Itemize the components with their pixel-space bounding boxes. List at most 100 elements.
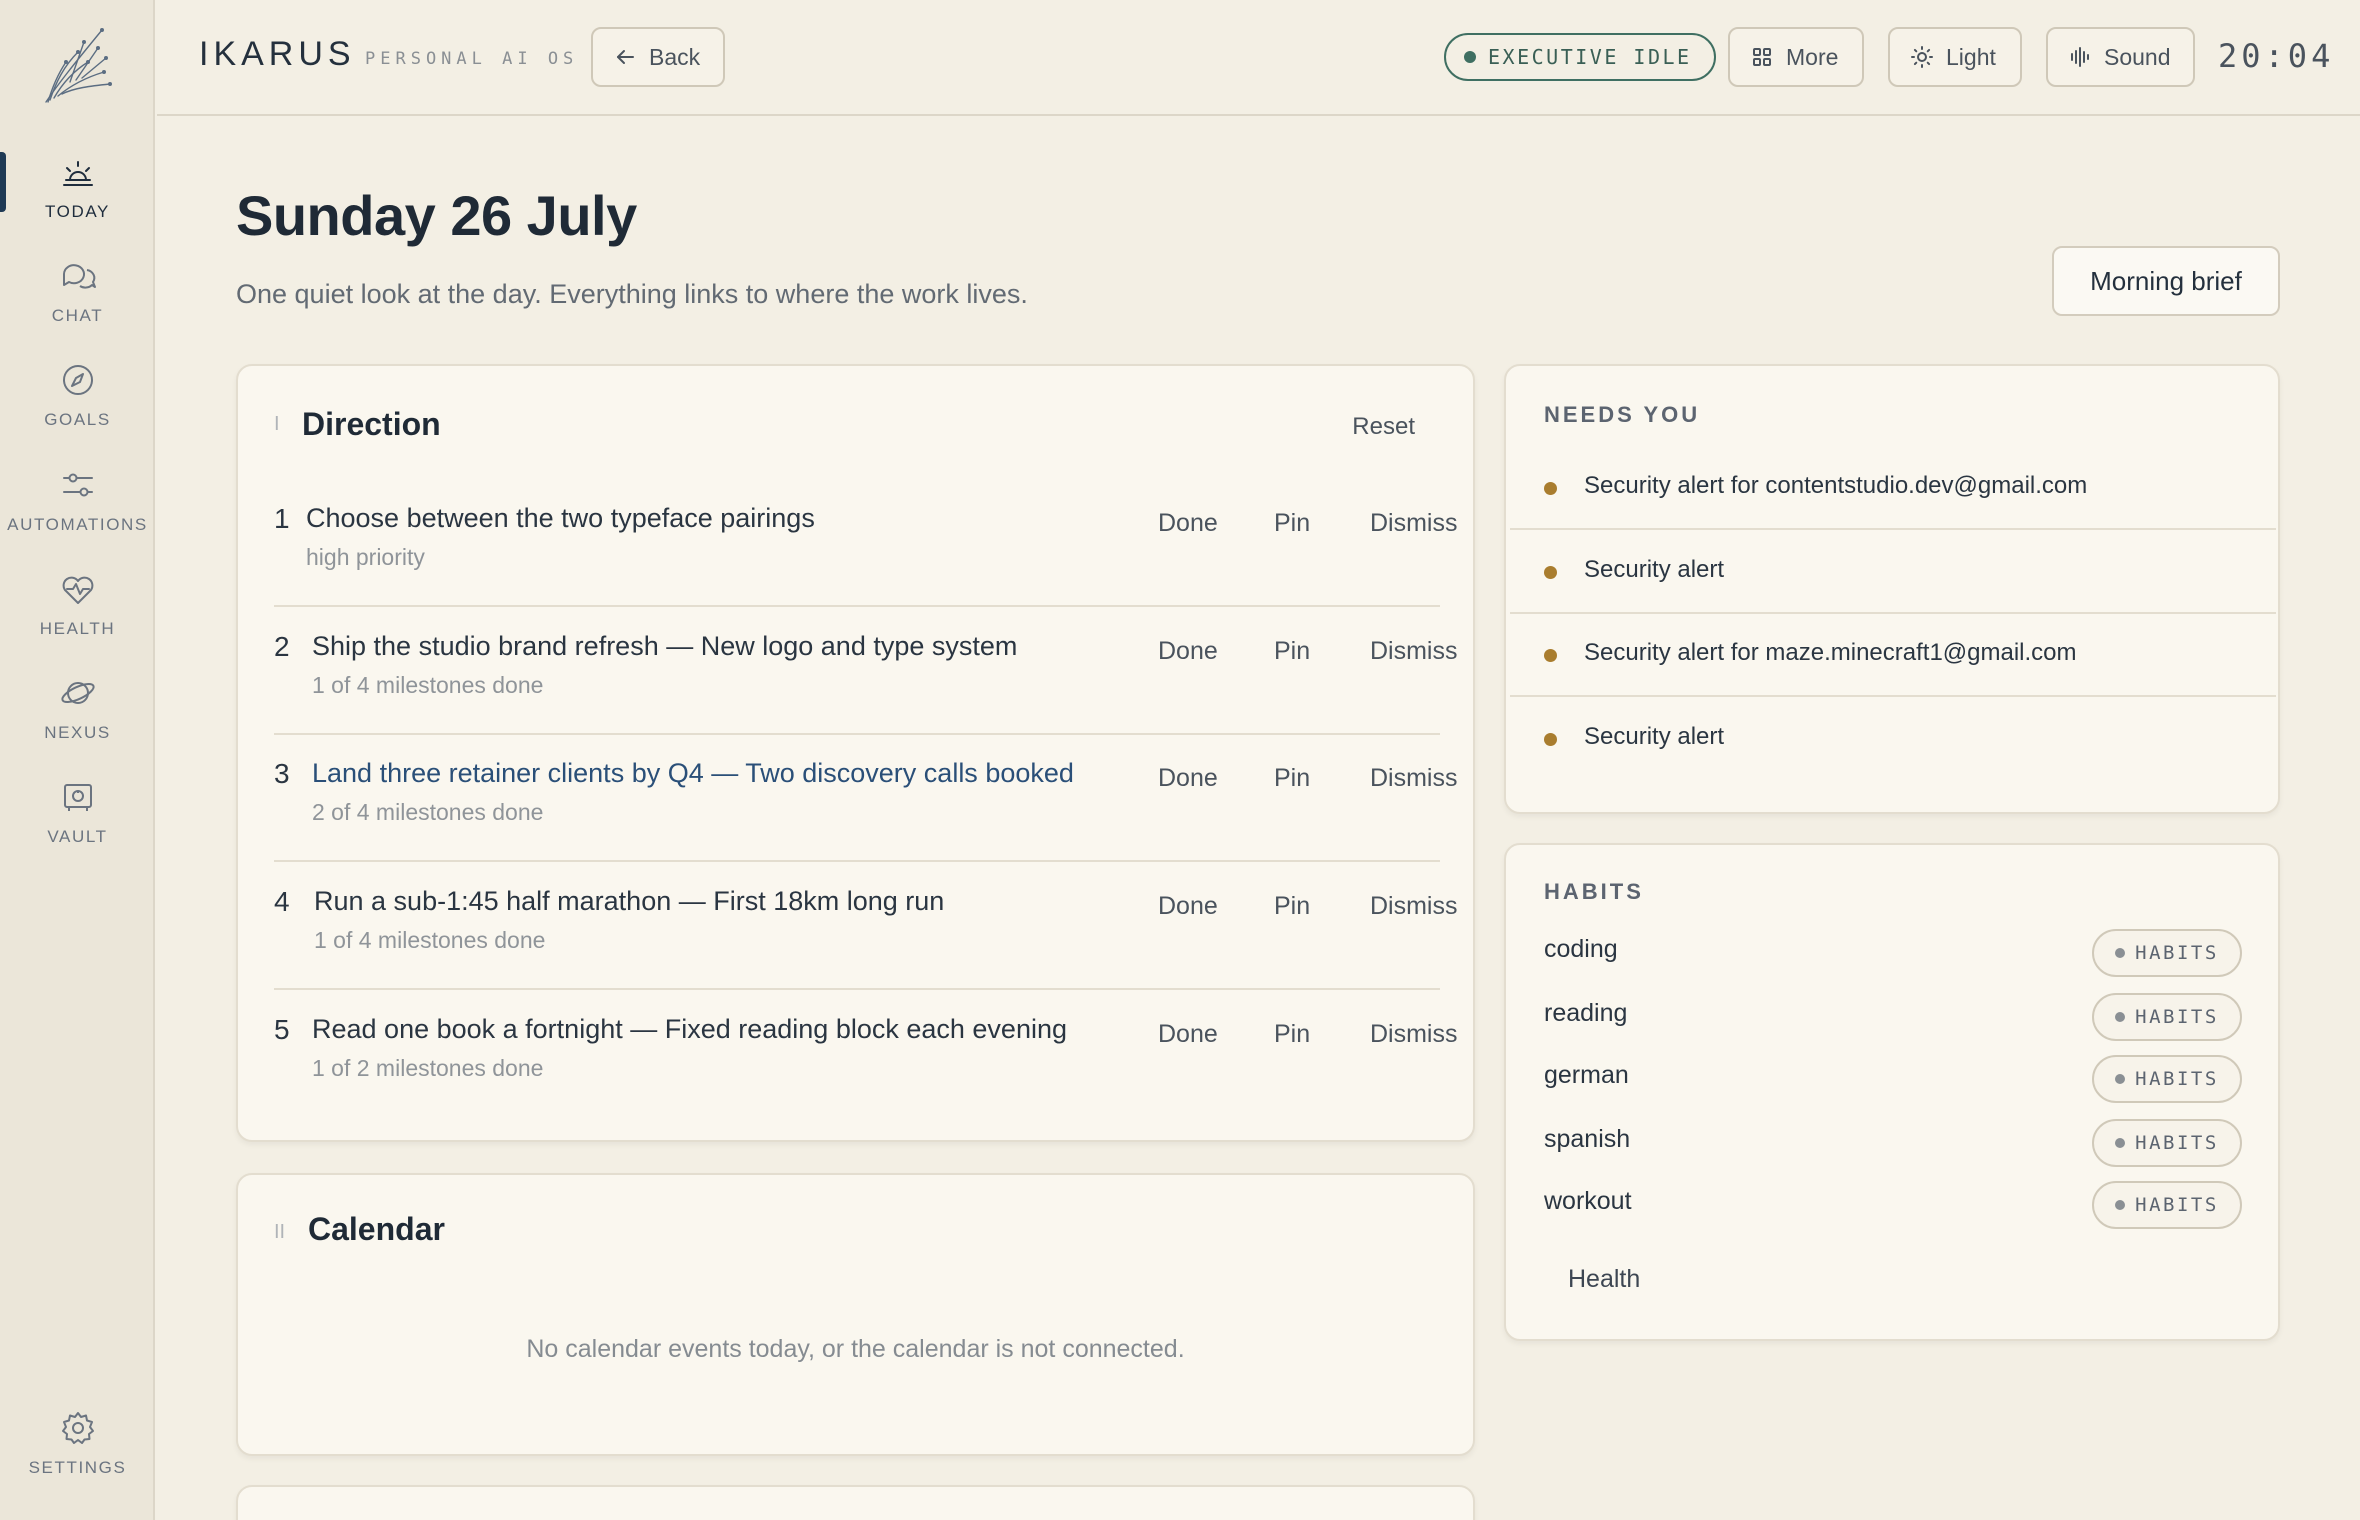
goal-title[interactable]: Read one book a fortnight — Fixed readin… <box>312 1014 1067 1045</box>
drag-handle-icon[interactable]: I <box>274 413 280 436</box>
goal-title[interactable]: Ship the studio brand refresh — New logo… <box>312 631 1017 662</box>
goal-row: 5 Read one book a fortnight — Fixed read… <box>274 990 1458 1118</box>
habit-tag[interactable]: HABITS <box>2092 1119 2242 1167</box>
nav-nexus[interactable]: NEXUS <box>0 667 155 763</box>
dismiss-button[interactable]: Dismiss <box>1370 509 1458 538</box>
goal-number: 5 <box>274 1014 290 1045</box>
needs-item-text[interactable]: Security alert <box>1584 556 1724 584</box>
health-link[interactable]: Health <box>1568 1265 1640 1294</box>
done-button[interactable]: Done <box>1158 764 1218 793</box>
habit-name: coding <box>1544 935 1618 963</box>
habit-name: german <box>1544 1061 1629 1089</box>
calendar-card: II Calendar No calendar events today, or… <box>236 1173 1475 1456</box>
nav-vault[interactable]: VAULT <box>0 771 155 867</box>
needs-item-text[interactable]: Security alert <box>1584 723 1724 751</box>
direction-card: I Direction Reset 1 Choose between the t… <box>236 364 1475 1142</box>
nav-settings[interactable]: SETTINGS <box>0 1402 155 1498</box>
pin-button[interactable]: Pin <box>1274 637 1310 666</box>
needs-item[interactable]: Security alert for maze.minecraft1@gmail… <box>1510 615 2276 697</box>
goal-title-link[interactable]: Land three retainer clients by Q4 — Two … <box>312 758 1074 789</box>
done-button[interactable]: Done <box>1158 892 1218 921</box>
pin-button[interactable]: Pin <box>1274 764 1310 793</box>
habit-tag-label: HABITS <box>2135 1194 2219 1216</box>
habit-tag-label: HABITS <box>2135 1132 2219 1154</box>
tag-dot-icon <box>2115 948 2126 958</box>
goal-meta: 1 of 4 milestones done <box>312 672 544 698</box>
habit-name: reading <box>1544 999 1628 1027</box>
needs-item[interactable]: Security alert for contentstudio.dev@gma… <box>1510 448 2276 530</box>
goal-row: 1 Choose between the two typeface pairin… <box>274 479 1458 607</box>
sound-button[interactable]: Sound <box>2046 27 2195 87</box>
goal-number: 1 <box>274 503 290 534</box>
page-title: Sunday 26 July <box>236 184 637 247</box>
dismiss-button[interactable]: Dismiss <box>1370 637 1458 666</box>
nav-goals[interactable]: GOALS <box>0 354 155 450</box>
alert-dot-icon <box>1544 482 1557 495</box>
theme-toggle-button[interactable]: Light <box>1888 27 2022 87</box>
habit-tag[interactable]: HABITS <box>2092 993 2242 1041</box>
chat-bubbles-icon <box>62 264 96 289</box>
habit-name: spanish <box>1544 1125 1631 1153</box>
done-button[interactable]: Done <box>1158 509 1218 538</box>
morning-brief-button[interactable]: Morning brief <box>2052 246 2280 316</box>
needs-you-card: NEEDS YOU Security alert for contentstud… <box>1504 364 2280 814</box>
pin-button[interactable]: Pin <box>1274 509 1310 538</box>
direction-title: Direction <box>302 406 441 442</box>
goal-number: 2 <box>274 631 290 662</box>
alert-dot-icon <box>1544 566 1557 579</box>
theme-button-label: Light <box>1946 43 1996 70</box>
brand-name: IKARUS <box>199 35 356 73</box>
goal-title[interactable]: Run a sub-1:45 half marathon — First 18k… <box>314 886 944 917</box>
habit-tag-label: HABITS <box>2135 1006 2219 1028</box>
nav-goals-label: GOALS <box>44 410 111 429</box>
more-button[interactable]: More <box>1728 27 1864 87</box>
back-button-label: Back <box>649 43 701 70</box>
tag-dot-icon <box>2115 1074 2126 1084</box>
nav-today[interactable]: TODAY <box>0 146 155 242</box>
pin-button[interactable]: Pin <box>1274 892 1310 921</box>
clock: 20:04 <box>2218 37 2335 75</box>
habit-tag[interactable]: HABITS <box>2092 1181 2242 1229</box>
needs-item-text[interactable]: Security alert for maze.minecraft1@gmail… <box>1584 639 2077 667</box>
reset-button[interactable]: Reset <box>1352 413 1415 441</box>
done-button[interactable]: Done <box>1158 1020 1218 1049</box>
nav-health[interactable]: HEALTH <box>0 563 155 659</box>
needs-item[interactable]: Security alert <box>1510 532 2276 614</box>
done-button[interactable]: Done <box>1158 637 1218 666</box>
nav-automations[interactable]: AUTOMATIONS <box>0 459 155 555</box>
dismiss-button[interactable]: Dismiss <box>1370 764 1458 793</box>
nav-chat[interactable]: CHAT <box>0 250 155 346</box>
habit-tag-label: HABITS <box>2135 942 2219 964</box>
alert-dot-icon <box>1544 649 1557 662</box>
nav-chat-label: CHAT <box>51 306 104 325</box>
habit-tag-label: HABITS <box>2135 1068 2219 1090</box>
dismiss-button[interactable]: Dismiss <box>1370 892 1458 921</box>
gear-icon <box>61 1412 94 1444</box>
needs-item-text[interactable]: Security alert for contentstudio.dev@gma… <box>1584 472 2087 500</box>
page-subtitle: One quiet look at the day. Everything li… <box>236 279 1028 309</box>
status-label: EXECUTIVE IDLE <box>1488 45 1692 69</box>
goal-row: 2 Ship the studio brand refresh — New lo… <box>274 607 1458 735</box>
status-badge: EXECUTIVE IDLE <box>1444 33 1716 81</box>
goal-title[interactable]: Choose between the two typeface pairings <box>306 503 815 534</box>
compass-icon <box>62 365 93 395</box>
nav-automations-label: AUTOMATIONS <box>7 515 148 534</box>
goal-row: 3 Land three retainer clients by Q4 — Tw… <box>274 734 1458 862</box>
habits-title: HABITS <box>1544 879 1644 904</box>
back-button[interactable]: Back <box>591 27 725 87</box>
vault-icon <box>63 784 92 811</box>
top-header: IKARUS PERSONAL AI OS Back EXECUTIVE IDL… <box>157 0 2360 116</box>
nav-health-label: HEALTH <box>39 619 116 638</box>
grid-icon <box>1753 48 1771 66</box>
habit-tag[interactable]: HABITS <box>2092 929 2242 977</box>
heart-pulse-icon <box>62 576 93 604</box>
sunrise-icon <box>62 161 93 186</box>
needs-item[interactable]: Security alert <box>1510 699 2276 781</box>
habit-name: workout <box>1544 1187 1632 1215</box>
habit-tag[interactable]: HABITS <box>2092 1055 2242 1103</box>
sliders-icon <box>62 473 93 497</box>
alert-dot-icon <box>1544 733 1557 746</box>
pin-button[interactable]: Pin <box>1274 1020 1310 1049</box>
dismiss-button[interactable]: Dismiss <box>1370 1020 1458 1049</box>
drag-handle-icon[interactable]: II <box>274 1221 285 1244</box>
